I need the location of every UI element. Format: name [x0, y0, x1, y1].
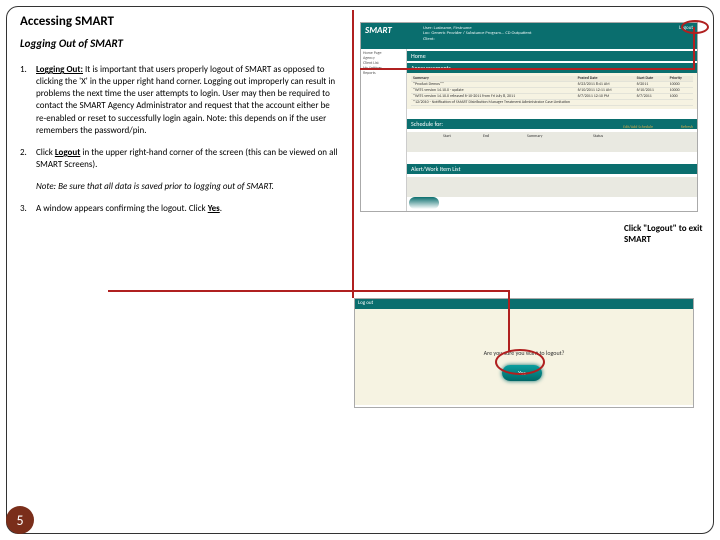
smart-footer-logo [409, 197, 439, 209]
step-body: Click Logout in the upper right-hand cor… [36, 147, 340, 171]
section-schedule: Schedule for: [407, 119, 697, 129]
step-text: A window appears confirming the logout. … [36, 203, 208, 214]
steps-list: 1. Logging Out: It is important that use… [20, 64, 340, 215]
step-body: A window appears confirming the logout. … [36, 203, 340, 215]
callout-connector [508, 290, 510, 352]
step-2: 2. Click Logout in the upper right-hand … [20, 147, 340, 171]
page-subtitle: Logging Out of SMART [20, 37, 340, 50]
text-column: Accessing SMART Logging Out of SMART 1. … [20, 14, 340, 225]
yes-word: Yes [208, 203, 220, 214]
step-number: 3. [20, 203, 36, 215]
user-line: Client: [423, 37, 531, 42]
step-3: 3. A window appears confirming the logou… [20, 203, 340, 215]
table-row: *12/2010 - Notification of SMART Distrib… [411, 100, 693, 106]
callout-connector [693, 27, 695, 70]
note-text: : Be sure that all data is saved prior t… [54, 181, 274, 192]
cell: *12/2010 - Notification of SMART Distrib… [411, 100, 693, 106]
step-text: Click [36, 147, 55, 158]
alert-panel [407, 177, 697, 197]
app-topbar: SMART User: Lastname, Firstname Loc: Gen… [361, 23, 697, 49]
col-status: Status [593, 134, 603, 139]
callout-logout-text: Click "Logout" to exit SMART [624, 224, 714, 246]
step-body: Logging Out: It is important that users … [36, 64, 340, 137]
step-text: in the upper right-hand corner of the sc… [36, 147, 338, 170]
announcements-panel: Summary Posted Date Start Date Priority … [407, 73, 697, 109]
vertical-divider [352, 10, 354, 298]
step-1: 1. Logging Out: It is important that use… [20, 64, 340, 137]
refresh-link[interactable]: Refresh [681, 125, 693, 130]
main-area: Home Announcements Summary Posted Date S… [407, 49, 697, 211]
user-info: User: Lastname, Firstname Loc: Generic P… [423, 26, 531, 42]
brand-logo: SMART [365, 25, 392, 36]
page-number-badge: 5 [6, 506, 34, 534]
user-line: Loc: Generic Provider / Substance Progra… [423, 31, 531, 36]
step-number: 2. [20, 147, 36, 171]
logout-word: Logout [55, 147, 80, 158]
step-number: 1. [20, 64, 36, 137]
announcements-table: Summary Posted Date Start Date Priority … [411, 76, 693, 106]
col-summary: Summary [527, 134, 542, 139]
callout-connector [108, 290, 510, 292]
col-start: Start [443, 134, 451, 139]
note-body: Note: Be sure that all data is saved pri… [36, 181, 340, 193]
step-lead: Logging Out: [36, 64, 83, 75]
callout-connector [360, 68, 694, 70]
smart-home-screenshot: SMART User: Lastname, Firstname Loc: Gen… [360, 22, 698, 212]
edit-schedule-link[interactable]: Edit/Add Schedule [623, 125, 653, 130]
step-text: . [220, 203, 222, 214]
step-number [20, 181, 36, 193]
section-home: Home [407, 51, 697, 61]
left-nav: Home Page Agency Client List My Settings… [361, 49, 407, 211]
schedule-panel: Start End Summary Status Edit/Add Schedu… [407, 132, 697, 152]
yes-highlight-circle [495, 349, 545, 375]
step-note: Note: Be sure that all data is saved pri… [20, 181, 340, 193]
col-end: End [483, 134, 489, 139]
note-lead: Note [36, 181, 54, 192]
section-alert: Alert/Work Item List [407, 164, 697, 174]
dialog-title: Log out [355, 299, 693, 309]
logout-highlight-circle [681, 20, 709, 34]
nav-item[interactable]: Reports [363, 71, 404, 76]
page-title: Accessing SMART [20, 14, 340, 29]
